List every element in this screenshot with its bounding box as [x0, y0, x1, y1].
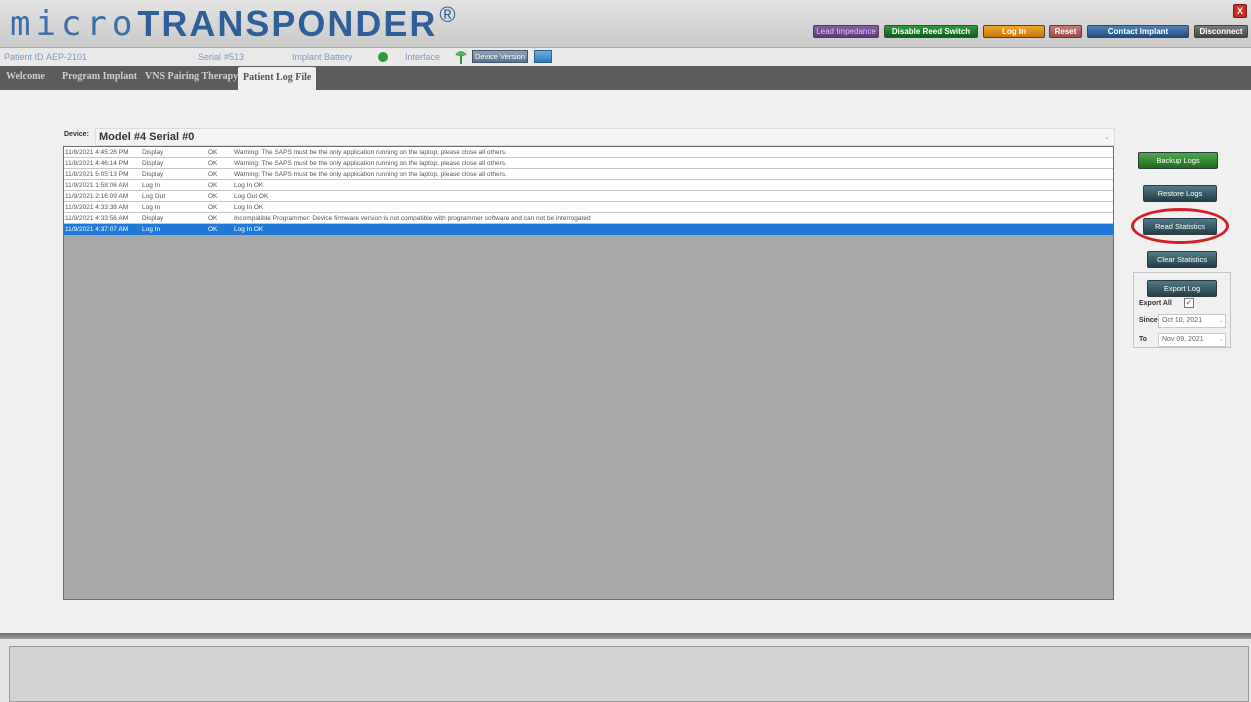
lead-impedance-button[interactable]: Lead Impedance	[813, 25, 879, 38]
logo-micro-text: micro	[10, 4, 138, 44]
export-log-button[interactable]: Export Log	[1147, 280, 1217, 297]
log-status: OK	[208, 204, 218, 211]
log-action: Log In	[142, 204, 161, 211]
battery-status-icon	[378, 52, 388, 62]
export-all-label: Export All	[1139, 300, 1172, 307]
log-row[interactable]: 11/9/2021 2:16:09 AM Log Out OK Log Out …	[64, 191, 1113, 202]
log-row[interactable]: 11/9/2021 4:33:38 AM Log In OK Log In OK	[64, 202, 1113, 213]
log-date: 11/9/2021 4:37:07 AM	[65, 226, 129, 233]
device-version-button[interactable]: Device Version	[472, 50, 528, 63]
backup-logs-button[interactable]: Backup Logs	[1138, 152, 1218, 169]
antenna-icon	[455, 51, 467, 64]
reset-button[interactable]: Reset	[1049, 25, 1082, 38]
chevron-down-icon[interactable]: ⌄	[1219, 317, 1224, 324]
serial-value: #513	[224, 52, 245, 62]
interface-label: Interface	[405, 52, 441, 62]
log-action: Log In	[142, 182, 161, 189]
chevron-down-icon[interactable]: ⌄	[1104, 133, 1110, 141]
disconnect-button[interactable]: Disconnect	[1194, 25, 1248, 38]
log-action: Display	[142, 215, 164, 222]
device-label: Device:	[64, 131, 89, 138]
log-status: OK	[208, 215, 218, 222]
log-date: 11/8/2021 4:45:26 PM	[65, 149, 129, 156]
disable-reed-switch-button[interactable]: Disable Reed Switch	[884, 25, 978, 38]
logo-registered-mark: ®	[439, 2, 456, 27]
log-status: OK	[208, 171, 218, 178]
log-message: Log In OK	[234, 182, 264, 189]
grid-icon[interactable]	[534, 50, 552, 63]
log-row[interactable]: 11/8/2021 4:46:14 PM Display OK Warning:…	[64, 158, 1113, 169]
log-message: Warning: The SAPS must be the only appli…	[234, 171, 507, 178]
title-bar: micro TRANSPONDER ® Lead Impedance Disab…	[0, 0, 1251, 48]
log-date: 11/8/2021 5:05:13 PM	[65, 171, 129, 178]
serial-label: Serial	[198, 52, 222, 62]
log-row[interactable]: 11/9/2021 1:58:06 AM Log In OK Log In OK	[64, 180, 1113, 191]
logo-transponder-text: TRANSPONDER	[137, 3, 438, 44]
info-bar: Patient ID AEP-2101 Serial #513 Implant …	[0, 48, 1251, 66]
tab-vns-pairing-therapy[interactable]: VNS Pairing Therapy	[145, 71, 238, 82]
log-date: 11/9/2021 1:58:06 AM	[65, 182, 129, 189]
log-row-selected[interactable]: 11/9/2021 4:37:07 AM Log In OK Log In OK	[64, 224, 1113, 235]
log-status: OK	[208, 149, 218, 156]
log-status: OK	[208, 193, 218, 200]
log-action: Log In	[142, 226, 161, 233]
since-date-picker[interactable]: Oct 10, 2021	[1158, 314, 1226, 328]
patient-id-label: Patient ID	[4, 52, 44, 62]
log-status: OK	[208, 182, 218, 189]
close-button[interactable]: X	[1233, 4, 1247, 18]
export-all-checkbox[interactable]: ✓	[1184, 298, 1194, 308]
tab-patient-log-file[interactable]: Patient Log File	[238, 67, 317, 90]
tab-bar: Welcome Program Implant VNS Pairing Ther…	[0, 66, 1251, 90]
restore-logs-button[interactable]: Restore Logs	[1143, 185, 1217, 202]
log-action: Log Out	[142, 193, 166, 200]
log-date: 11/9/2021 4:33:38 AM	[65, 204, 129, 211]
log-action: Display	[142, 160, 164, 167]
contact-implant-button[interactable]: Contact Implant	[1087, 25, 1189, 38]
log-action: Display	[142, 149, 164, 156]
log-row[interactable]: 11/9/2021 4:33:56 AM Display OK Incompat…	[64, 213, 1113, 224]
log-message: Incompatible Programmer: Device firmware…	[234, 215, 591, 222]
log-date: 11/9/2021 4:33:56 AM	[65, 215, 129, 222]
log-row[interactable]: 11/8/2021 4:45:26 PM Display OK Warning:…	[64, 147, 1113, 158]
tab-program-implant[interactable]: Program Implant	[62, 71, 137, 82]
chevron-down-icon[interactable]: ⌄	[1219, 336, 1224, 343]
clear-statistics-button[interactable]: Clear Statistics	[1147, 251, 1217, 268]
log-message: Log In OK	[234, 226, 264, 233]
tab-welcome[interactable]: Welcome	[6, 71, 45, 82]
log-date: 11/8/2021 4:46:14 PM	[65, 160, 129, 167]
log-message: Log In OK	[234, 204, 264, 211]
log-message: Warning: The SAPS must be the only appli…	[234, 149, 507, 156]
log-date: 11/9/2021 2:16:09 AM	[65, 193, 129, 200]
since-label: Since	[1139, 317, 1158, 324]
log-action: Display	[142, 171, 164, 178]
log-row[interactable]: 11/8/2021 5:05:13 PM Display OK Warning:…	[64, 169, 1113, 180]
patient-id-value: AEP-2101	[46, 52, 88, 62]
implant-battery-label: Implant Battery	[292, 52, 353, 62]
log-list[interactable]: 11/8/2021 4:45:26 PM Display OK Warning:…	[63, 146, 1114, 600]
log-message: Warning: The SAPS must be the only appli…	[234, 160, 507, 167]
app-logo: micro TRANSPONDER ®	[10, 2, 456, 45]
log-status: OK	[208, 160, 218, 167]
to-label: To	[1139, 336, 1148, 343]
log-status: OK	[208, 226, 218, 233]
to-date-picker[interactable]: Nov 09, 2021	[1158, 333, 1226, 347]
log-in-button[interactable]: Log In	[983, 25, 1045, 38]
highlight-ring	[1131, 208, 1229, 244]
log-message: Log Out OK	[234, 193, 269, 200]
device-dropdown[interactable]: Model #4 Serial #0	[95, 128, 1115, 146]
status-panel	[9, 646, 1249, 702]
